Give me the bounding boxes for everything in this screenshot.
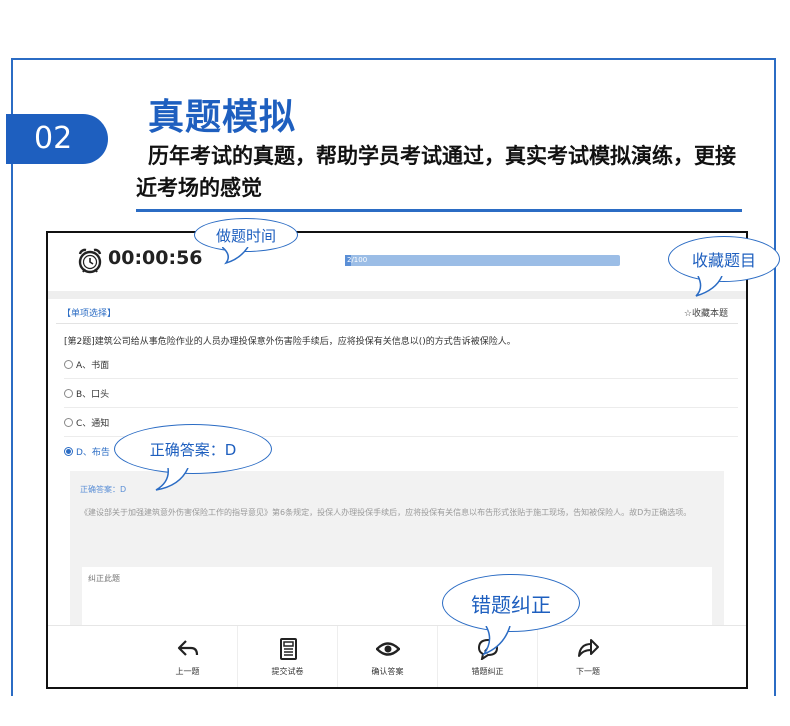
option-label: A、书面 — [76, 360, 110, 371]
radio-icon[interactable] — [64, 359, 73, 369]
question-type: 【单项选择】 — [62, 309, 117, 319]
option-label: B、口头 — [76, 389, 110, 400]
answer-explanation: 《建设部关于加强建筑意外伤害保险工作的指导意见》第6条规定，投保人办理投保手续后… — [80, 508, 692, 517]
alarm-clock-icon — [78, 248, 102, 274]
progress-label: 2/100 — [347, 256, 368, 264]
confirm-answer-button[interactable]: 确认答案 — [338, 626, 438, 687]
elapsed-time: 00:00:56 — [108, 247, 203, 269]
submit-paper-icon — [279, 637, 297, 660]
nav-label: 上一题 — [175, 666, 200, 676]
submit-paper-button[interactable]: 提交试卷 — [238, 626, 338, 687]
next-question-button[interactable]: 下一题 — [538, 626, 638, 687]
feature-title: 真题模拟 — [148, 97, 297, 138]
question-text: [第2题]建筑公司给从事危险作业的人员办理投保意外伤害险手续后，应将投保有关信息… — [64, 337, 516, 347]
error-correction-callout: 错题纠正 — [442, 574, 580, 632]
nav-label: 提交试卷 — [271, 666, 304, 676]
answer-callout: 正确答案：D — [114, 424, 272, 474]
radio-icon[interactable] — [64, 417, 73, 427]
favorite-callout: 收藏题目 — [668, 236, 780, 282]
option-label: C、通知 — [76, 418, 110, 429]
radio-selected-icon[interactable] — [64, 446, 73, 456]
callout-tail — [222, 247, 249, 265]
previous-arrow-icon — [177, 639, 198, 656]
nav-label: 错题纠正 — [471, 666, 504, 676]
option-label: D、布告 — [76, 447, 110, 458]
progress-bar: 2/100 — [345, 255, 620, 266]
feature-divider — [136, 209, 742, 212]
option-a[interactable]: A、书面 — [64, 353, 734, 375]
header-divider — [48, 291, 746, 299]
option-b[interactable]: B、口头 — [64, 382, 734, 404]
divider — [64, 378, 738, 379]
divider — [56, 323, 738, 324]
callout-tail — [481, 626, 511, 656]
favorite-question-link[interactable]: ☆收藏本题 — [684, 306, 728, 319]
divider — [64, 407, 738, 408]
radio-icon[interactable] — [64, 388, 73, 398]
feature-description: 历年考试的真题，帮助学员考试通过，真实考试模拟演练，更接近考场的感觉 — [136, 144, 736, 200]
bottom-toolbar: 上一题 提交试卷 确认答案 错题纠正 下一题 — [48, 625, 746, 687]
callout-tail — [155, 468, 189, 491]
timer-bar: 00:00:56 2/100 — [48, 233, 746, 291]
previous-question-button[interactable]: 上一题 — [138, 626, 238, 687]
eye-icon — [375, 641, 400, 656]
callout-tail — [695, 276, 723, 297]
nav-label: 下一题 — [576, 666, 600, 676]
next-arrow-icon — [578, 638, 599, 657]
nav-label: 确认答案 — [371, 666, 404, 676]
correct-answer-label: 正确答案：D — [80, 485, 127, 494]
section-number-badge: 02 — [6, 114, 108, 164]
